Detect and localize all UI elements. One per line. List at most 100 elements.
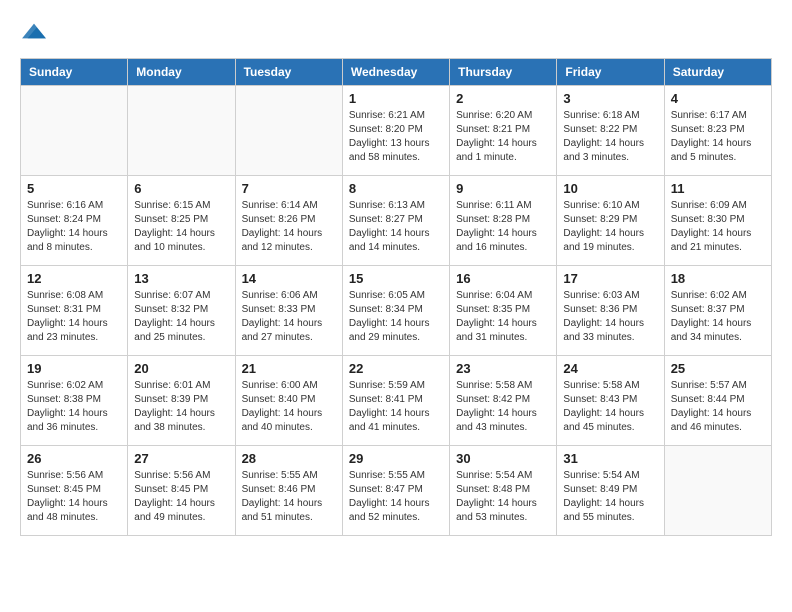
day-info: Sunrise: 6:18 AM Sunset: 8:22 PM Dayligh… <box>563 109 657 165</box>
day-cell: 5 Sunrise: 6:16 AM Sunset: 8:24 PM Daylig… <box>21 176 128 266</box>
day-info: Sunrise: 6:07 AM Sunset: 8:32 PM Dayligh… <box>134 289 228 345</box>
day-info: Sunrise: 5:54 AM Sunset: 8:49 PM Dayligh… <box>563 469 657 525</box>
day-cell: 26 Sunrise: 5:56 AM Sunset: 8:45 PM Dayli… <box>21 446 128 536</box>
day-info: Sunrise: 6:21 AM Sunset: 8:20 PM Dayligh… <box>349 109 443 165</box>
logo-icon <box>20 20 48 42</box>
day-number: 15 <box>349 271 443 286</box>
day-cell: 12Sunrise: 6:08 AM Sunset: 8:31 PM Dayli… <box>21 266 128 356</box>
day-info: Sunrise: 6:05 AM Sunset: 8:34 PM Dayligh… <box>349 289 443 345</box>
day-number: 2 <box>456 91 550 106</box>
day-cell: 22Sunrise: 5:59 AM Sunset: 8:41 PM Dayli… <box>342 356 449 446</box>
day-cell: 19 Sunrise: 6:02 AM Sunset: 8:38 PM Dayli… <box>21 356 128 446</box>
day-number: 19 <box>27 361 121 376</box>
day-cell: 10 Sunrise: 6:10 AM Sunset: 8:29 PM Dayli… <box>557 176 664 266</box>
week-row-1: 1 Sunrise: 6:21 AM Sunset: 8:20 PM Daylig… <box>21 86 772 176</box>
day-number: 1 <box>349 91 443 106</box>
day-cell: 7Sunrise: 6:14 AM Sunset: 8:26 PM Daylig… <box>235 176 342 266</box>
column-header-wednesday: Wednesday <box>342 59 449 86</box>
day-cell: 24 Sunrise: 5:58 AM Sunset: 8:43 PM Dayli… <box>557 356 664 446</box>
day-info: Sunrise: 6:16 AM Sunset: 8:24 PM Dayligh… <box>27 199 121 255</box>
day-info: Sunrise: 6:03 AM Sunset: 8:36 PM Dayligh… <box>563 289 657 345</box>
day-info: Sunrise: 6:04 AM Sunset: 8:35 PM Dayligh… <box>456 289 550 345</box>
day-info: Sunrise: 5:56 AM Sunset: 8:45 PM Dayligh… <box>27 469 121 525</box>
day-number: 23 <box>456 361 550 376</box>
day-cell: 16 Sunrise: 6:04 AM Sunset: 8:35 PM Dayli… <box>450 266 557 356</box>
header-row: SundayMondayTuesdayWednesdayThursdayFrid… <box>21 59 772 86</box>
day-info: Sunrise: 6:15 AM Sunset: 8:25 PM Dayligh… <box>134 199 228 255</box>
day-info: Sunrise: 6:08 AM Sunset: 8:31 PM Dayligh… <box>27 289 121 345</box>
day-cell <box>664 446 771 536</box>
day-number: 8 <box>349 181 443 196</box>
day-info: Sunrise: 6:01 AM Sunset: 8:39 PM Dayligh… <box>134 379 228 435</box>
day-info: Sunrise: 5:55 AM Sunset: 8:46 PM Dayligh… <box>242 469 336 525</box>
day-cell: 15 Sunrise: 6:05 AM Sunset: 8:34 PM Dayli… <box>342 266 449 356</box>
day-number: 16 <box>456 271 550 286</box>
column-header-saturday: Saturday <box>664 59 771 86</box>
day-cell <box>235 86 342 176</box>
day-number: 30 <box>456 451 550 466</box>
day-cell: 14 Sunrise: 6:06 AM Sunset: 8:33 PM Dayli… <box>235 266 342 356</box>
day-cell: 25 Sunrise: 5:57 AM Sunset: 8:44 PM Dayli… <box>664 356 771 446</box>
day-info: Sunrise: 6:20 AM Sunset: 8:21 PM Dayligh… <box>456 109 550 165</box>
day-number: 21 <box>242 361 336 376</box>
day-cell: 1 Sunrise: 6:21 AM Sunset: 8:20 PM Daylig… <box>342 86 449 176</box>
day-info: Sunrise: 5:57 AM Sunset: 8:44 PM Dayligh… <box>671 379 765 435</box>
day-info: Sunrise: 5:54 AM Sunset: 8:48 PM Dayligh… <box>456 469 550 525</box>
day-cell: 29 Sunrise: 5:55 AM Sunset: 8:47 PM Dayli… <box>342 446 449 536</box>
day-info: Sunrise: 5:55 AM Sunset: 8:47 PM Dayligh… <box>349 469 443 525</box>
day-number: 24 <box>563 361 657 376</box>
day-number: 9 <box>456 181 550 196</box>
day-number: 29 <box>349 451 443 466</box>
day-number: 5 <box>27 181 121 196</box>
day-cell: 28 Sunrise: 5:55 AM Sunset: 8:46 PM Dayli… <box>235 446 342 536</box>
day-info: Sunrise: 6:14 AM Sunset: 8:26 PM Dayligh… <box>242 199 336 255</box>
day-info: Sunrise: 6:00 AM Sunset: 8:40 PM Dayligh… <box>242 379 336 435</box>
day-number: 25 <box>671 361 765 376</box>
day-number: 10 <box>563 181 657 196</box>
day-info: Sunrise: 6:09 AM Sunset: 8:30 PM Dayligh… <box>671 199 765 255</box>
day-cell: 13 Sunrise: 6:07 AM Sunset: 8:32 PM Dayli… <box>128 266 235 356</box>
day-cell: 21 Sunrise: 6:00 AM Sunset: 8:40 PM Dayli… <box>235 356 342 446</box>
day-info: Sunrise: 6:06 AM Sunset: 8:33 PM Dayligh… <box>242 289 336 345</box>
column-header-monday: Monday <box>128 59 235 86</box>
day-cell: 27 Sunrise: 5:56 AM Sunset: 8:45 PM Dayli… <box>128 446 235 536</box>
day-info: Sunrise: 5:58 AM Sunset: 8:43 PM Dayligh… <box>563 379 657 435</box>
day-info: Sunrise: 6:02 AM Sunset: 8:38 PM Dayligh… <box>27 379 121 435</box>
day-info: Sunrise: 5:58 AM Sunset: 8:42 PM Dayligh… <box>456 379 550 435</box>
day-cell: 6Sunrise: 6:15 AM Sunset: 8:25 PM Daylig… <box>128 176 235 266</box>
day-number: 13 <box>134 271 228 286</box>
day-number: 17 <box>563 271 657 286</box>
day-number: 28 <box>242 451 336 466</box>
week-row-3: 12Sunrise: 6:08 AM Sunset: 8:31 PM Dayli… <box>21 266 772 356</box>
day-info: Sunrise: 6:11 AM Sunset: 8:28 PM Dayligh… <box>456 199 550 255</box>
day-number: 4 <box>671 91 765 106</box>
day-cell: 9 Sunrise: 6:11 AM Sunset: 8:28 PM Daylig… <box>450 176 557 266</box>
day-cell: 8 Sunrise: 6:13 AM Sunset: 8:27 PM Daylig… <box>342 176 449 266</box>
day-number: 20 <box>134 361 228 376</box>
day-cell: 11Sunrise: 6:09 AM Sunset: 8:30 PM Dayli… <box>664 176 771 266</box>
day-cell <box>21 86 128 176</box>
day-number: 27 <box>134 451 228 466</box>
day-info: Sunrise: 5:56 AM Sunset: 8:45 PM Dayligh… <box>134 469 228 525</box>
day-cell: 30 Sunrise: 5:54 AM Sunset: 8:48 PM Dayli… <box>450 446 557 536</box>
day-info: Sunrise: 6:13 AM Sunset: 8:27 PM Dayligh… <box>349 199 443 255</box>
day-info: Sunrise: 6:10 AM Sunset: 8:29 PM Dayligh… <box>563 199 657 255</box>
day-cell: 3 Sunrise: 6:18 AM Sunset: 8:22 PM Daylig… <box>557 86 664 176</box>
day-number: 3 <box>563 91 657 106</box>
week-row-5: 26 Sunrise: 5:56 AM Sunset: 8:45 PM Dayli… <box>21 446 772 536</box>
day-info: Sunrise: 6:17 AM Sunset: 8:23 PM Dayligh… <box>671 109 765 165</box>
day-cell: 4 Sunrise: 6:17 AM Sunset: 8:23 PM Daylig… <box>664 86 771 176</box>
day-info: Sunrise: 6:02 AM Sunset: 8:37 PM Dayligh… <box>671 289 765 345</box>
day-number: 14 <box>242 271 336 286</box>
day-cell: 23 Sunrise: 5:58 AM Sunset: 8:42 PM Dayli… <box>450 356 557 446</box>
day-number: 26 <box>27 451 121 466</box>
logo <box>20 20 52 42</box>
day-cell: 20 Sunrise: 6:01 AM Sunset: 8:39 PM Dayli… <box>128 356 235 446</box>
day-cell: 2 Sunrise: 6:20 AM Sunset: 8:21 PM Daylig… <box>450 86 557 176</box>
week-row-4: 19 Sunrise: 6:02 AM Sunset: 8:38 PM Dayli… <box>21 356 772 446</box>
day-cell: 17 Sunrise: 6:03 AM Sunset: 8:36 PM Dayli… <box>557 266 664 356</box>
day-number: 31 <box>563 451 657 466</box>
column-header-thursday: Thursday <box>450 59 557 86</box>
column-header-sunday: Sunday <box>21 59 128 86</box>
day-number: 18 <box>671 271 765 286</box>
